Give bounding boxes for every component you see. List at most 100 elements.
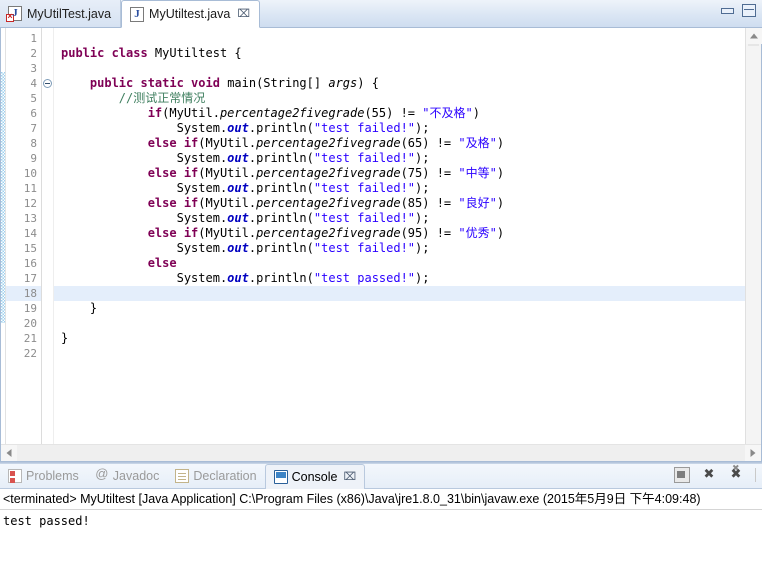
code-line[interactable]: System.out.println("test failed!"); xyxy=(54,151,745,166)
code-line[interactable]: } xyxy=(54,331,745,346)
code-line[interactable]: public class MyUtiltest { xyxy=(54,46,745,61)
line-number: 20 xyxy=(23,317,37,330)
line-number-ruler: 1 2 3 4 5 6 7 8 9 10 11 12 13 14 15 16 17 18 19 20 21 22 xyxy=(6,28,42,461)
fold-slot xyxy=(42,31,53,46)
code-line[interactable] xyxy=(54,346,745,361)
editor-tab-myutiltest-java-active[interactable]: MyUtiltest.java ⌧ xyxy=(121,0,261,28)
tab-label: Javadoc xyxy=(112,469,160,483)
collapse-icon[interactable] xyxy=(43,79,52,88)
code-line[interactable]: } xyxy=(54,301,745,316)
editor-vertical-scrollbar[interactable] xyxy=(745,28,762,461)
scroll-up-icon[interactable] xyxy=(746,28,762,44)
code-token: } xyxy=(61,331,69,345)
code-line[interactable]: else if(MyUtil.percentage2fivegrade(65) … xyxy=(54,136,745,151)
code-token: public static void xyxy=(89,76,228,90)
tab-javadoc[interactable]: Javadoc xyxy=(87,464,168,488)
code-line[interactable]: else if(MyUtil.percentage2fivegrade(95) … xyxy=(54,226,745,241)
code-line[interactable]: System.out.println("test failed!"); xyxy=(54,121,745,136)
fold-slot xyxy=(42,346,53,361)
console-icon xyxy=(273,470,288,484)
code-area[interactable]: public class MyUtiltest { public static … xyxy=(54,28,745,461)
fold-toggle[interactable] xyxy=(42,76,53,91)
editor-tab-myutiltest-java[interactable]: MyUtilTest.java xyxy=(0,0,122,27)
editor-body: 1 2 3 4 5 6 7 8 9 10 11 12 13 14 15 16 17 18 19 20 21 22 publ… xyxy=(0,28,762,462)
line-number: 21 xyxy=(23,332,37,345)
code-token: ); xyxy=(415,181,430,195)
fold-slot xyxy=(42,121,53,136)
remove-launch-icon[interactable] xyxy=(701,466,717,483)
display-selected-console-icon[interactable] xyxy=(674,467,690,483)
line-number: 12 xyxy=(23,197,37,210)
code-line[interactable]: System.out.println("test failed!"); xyxy=(54,211,745,226)
remove-all-terminated-icon[interactable] xyxy=(728,463,748,483)
code-line[interactable]: System.out.println("test failed!"); xyxy=(54,181,745,196)
code-token: main(String[] xyxy=(227,76,329,90)
code-line[interactable] xyxy=(54,316,745,331)
source-code[interactable]: public class MyUtiltest { public static … xyxy=(54,28,745,361)
code-token: System. xyxy=(61,151,228,165)
minimize-icon[interactable] xyxy=(720,5,734,16)
code-line[interactable]: if(MyUtil.percentage2fivegrade(55) != "不… xyxy=(54,106,745,121)
code-line[interactable]: else if(MyUtil.percentage2fivegrade(85) … xyxy=(54,196,745,211)
javadoc-icon xyxy=(95,466,109,483)
fold-slot xyxy=(42,196,53,211)
code-token: ); xyxy=(415,151,430,165)
editor-part: MyUtilTest.java MyUtiltest.java ⌧ 123456… xyxy=(0,0,762,463)
code-token: System. xyxy=(61,211,228,225)
tab-label: Problems xyxy=(26,469,79,483)
code-token: "不及格" xyxy=(422,106,473,120)
code-token: } xyxy=(61,301,98,315)
eclipse-window: MyUtilTest.java MyUtiltest.java ⌧ 123456… xyxy=(0,0,762,579)
code-token: public class xyxy=(61,46,155,60)
tab-declaration[interactable]: Declaration xyxy=(167,464,264,488)
close-icon[interactable]: ⌧ xyxy=(343,471,356,483)
line-number: 19 xyxy=(23,302,37,315)
code-token: percentage2fivegrade xyxy=(256,166,401,180)
fold-slot xyxy=(42,91,53,106)
line-number: 15 xyxy=(23,242,37,255)
code-token: "test failed!" xyxy=(313,241,416,255)
code-line[interactable]: else xyxy=(54,256,745,271)
code-token: MyUtiltest { xyxy=(154,46,242,60)
code-line[interactable]: //测试正常情况 xyxy=(54,91,745,106)
code-line[interactable] xyxy=(54,286,745,301)
tab-console[interactable]: Console ⌧ xyxy=(264,464,366,489)
fold-slot xyxy=(42,286,53,301)
code-token: ) xyxy=(496,226,505,240)
fold-slot xyxy=(42,241,53,256)
code-line[interactable]: System.out.println("test passed!"); xyxy=(54,271,745,286)
scroll-right-icon[interactable] xyxy=(745,445,761,461)
code-line[interactable]: System.out.println("test failed!"); xyxy=(54,241,745,256)
code-line[interactable]: public static void main(String[] args) { xyxy=(54,76,745,91)
code-token: ) { xyxy=(357,76,379,90)
console-launch-header: <terminated> MyUtiltest [Java Applicatio… xyxy=(0,489,762,510)
quick-diff-change-marker xyxy=(1,72,5,323)
horizontal-scroll-track[interactable] xyxy=(17,445,745,461)
maximize-icon[interactable] xyxy=(742,4,756,17)
editor-horizontal-scrollbar[interactable] xyxy=(1,444,761,461)
line-number: 3 xyxy=(30,62,37,75)
tab-problems[interactable]: Problems xyxy=(0,464,87,488)
close-icon[interactable]: ⌧ xyxy=(237,8,250,20)
code-token: else xyxy=(147,256,177,270)
console-output[interactable]: test passed! xyxy=(0,511,762,579)
scroll-left-icon[interactable] xyxy=(1,445,17,461)
folding-ruler[interactable] xyxy=(42,28,54,461)
code-token: "test failed!" xyxy=(313,181,416,195)
code-token: //测试正常情况 xyxy=(61,91,206,105)
vertical-scroll-thumb[interactable] xyxy=(748,44,759,46)
line-number: 10 xyxy=(23,167,37,180)
code-line[interactable] xyxy=(54,61,745,76)
line-number: 11 xyxy=(23,182,37,195)
code-token: args xyxy=(328,76,358,90)
code-token: percentage2fivegrade xyxy=(256,226,401,240)
code-line[interactable]: else if(MyUtil.percentage2fivegrade(75) … xyxy=(54,166,745,181)
fold-slot xyxy=(42,136,53,151)
code-line[interactable] xyxy=(54,31,745,46)
code-token: "test failed!" xyxy=(313,151,416,165)
code-token: else if xyxy=(147,226,199,240)
code-token: System. xyxy=(61,181,228,195)
code-token: ); xyxy=(415,121,430,135)
